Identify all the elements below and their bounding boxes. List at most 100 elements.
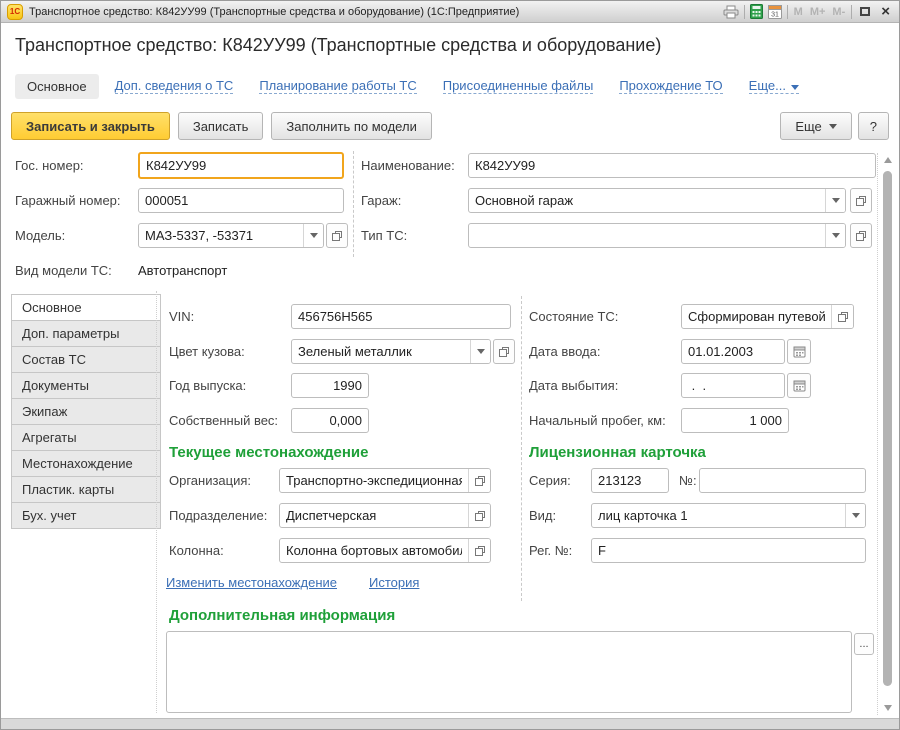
- model-dropdown-button[interactable]: [303, 224, 323, 247]
- god-vypuska-label: Год выпуска:: [169, 373, 246, 398]
- memory-m-button[interactable]: M: [793, 6, 804, 18]
- tab-osnovnoe[interactable]: Основное: [15, 74, 99, 99]
- memory-m-plus-button[interactable]: M+: [809, 6, 827, 18]
- side-tab-agregaty[interactable]: Агрегаты: [11, 424, 161, 451]
- garazh-input[interactable]: [469, 189, 825, 212]
- save-button[interactable]: Записать: [178, 112, 264, 140]
- memory-m-minus-button[interactable]: M-: [831, 6, 846, 18]
- model-input[interactable]: [139, 224, 303, 247]
- organizatsiya-input[interactable]: [280, 469, 468, 492]
- sostoyanie-ts-input[interactable]: [682, 305, 831, 328]
- tsvet-kuzova-input[interactable]: [292, 340, 470, 363]
- help-button[interactable]: ?: [858, 112, 889, 140]
- chevron-down-icon: [829, 124, 837, 129]
- command-bar: Записать и закрыть Записать Заполнить по…: [11, 111, 889, 141]
- license-nomer-input[interactable]: [700, 469, 865, 492]
- side-tab-osnovnoe[interactable]: Основное: [11, 294, 161, 321]
- seriya-field-wrap: [591, 468, 669, 493]
- naimenovanie-input[interactable]: [469, 154, 875, 177]
- podrazdelenie-open-button[interactable]: [468, 504, 490, 527]
- vid-modeli-value: Автотранспорт: [138, 258, 227, 283]
- nachalny-probeg-input[interactable]: [682, 409, 788, 432]
- organizatsiya-open-button[interactable]: [468, 469, 490, 492]
- history-link[interactable]: История: [369, 575, 419, 590]
- save-and-close-button[interactable]: Записать и закрыть: [11, 112, 170, 140]
- print-icon[interactable]: [723, 5, 739, 19]
- tab-prokhozhdenie-to[interactable]: Прохождение ТО: [619, 78, 722, 94]
- reg-nomer-label: Рег. №:: [529, 538, 572, 563]
- data-vvoda-field-wrap: [681, 339, 785, 364]
- calculator-icon[interactable]: [750, 4, 763, 19]
- calendar-icon[interactable]: 31: [768, 4, 782, 19]
- page-title: Транспортное средство: К842УУ99 (Транспо…: [15, 35, 661, 56]
- podrazdelenie-input[interactable]: [280, 504, 468, 527]
- open-icon: [474, 475, 486, 487]
- extra-info-ellipsis-button[interactable]: ...: [854, 633, 874, 655]
- license-vid-dropdown-button[interactable]: [845, 504, 865, 527]
- side-tab-sostav-ts[interactable]: Состав ТС: [11, 346, 161, 373]
- extra-info-textarea[interactable]: [166, 631, 852, 713]
- tsvet-kuzova-open-button[interactable]: [493, 339, 515, 364]
- organizatsiya-label: Организация:: [169, 468, 251, 493]
- tip-ts-combo: [468, 223, 846, 248]
- panel-right-edge: [877, 153, 878, 715]
- god-vypuska-input[interactable]: [292, 374, 368, 397]
- tsvet-kuzova-dropdown-button[interactable]: [470, 340, 490, 363]
- data-vvoda-input[interactable]: [682, 340, 784, 363]
- license-vid-input[interactable]: [592, 504, 845, 527]
- garazh-label: Гараж:: [361, 188, 401, 213]
- scrollbar-thumb[interactable]: [883, 171, 892, 686]
- model-label: Модель:: [15, 223, 65, 248]
- app-window: 1С Транспортное средство: К842УУ99 (Тран…: [0, 0, 900, 730]
- seriya-input[interactable]: [592, 469, 668, 492]
- titlebar-separator: [851, 5, 852, 19]
- gos-nomer-field-wrap: [138, 152, 344, 179]
- fill-by-model-button[interactable]: Заполнить по модели: [271, 112, 431, 140]
- change-location-link[interactable]: Изменить местонахождение: [166, 575, 337, 590]
- kolonna-input[interactable]: [280, 539, 468, 562]
- scroll-down-icon[interactable]: [884, 705, 892, 711]
- open-icon: [855, 230, 867, 242]
- side-tab-ekipazh[interactable]: Экипаж: [11, 398, 161, 425]
- garazhny-nomer-input[interactable]: [139, 189, 343, 212]
- scroll-up-icon[interactable]: [884, 157, 892, 163]
- god-vypuska-field-wrap: [291, 373, 369, 398]
- tab-planirovanie[interactable]: Планирование работы ТС: [259, 78, 416, 94]
- tip-ts-input[interactable]: [469, 224, 825, 247]
- kolonna-open-button[interactable]: [468, 539, 490, 562]
- tab-prisoedinennye-fayly[interactable]: Присоединенные файлы: [443, 78, 594, 94]
- svg-text:31: 31: [771, 12, 779, 19]
- garazh-dropdown-button[interactable]: [825, 189, 845, 212]
- tab-dop-svedeniya[interactable]: Доп. сведения о ТС: [115, 78, 234, 94]
- tip-ts-dropdown-button[interactable]: [825, 224, 845, 247]
- tabs-more-button[interactable]: Еще...: [749, 78, 799, 94]
- vin-input[interactable]: [292, 305, 510, 328]
- side-tab-dop-parametry[interactable]: Доп. параметры: [11, 320, 161, 347]
- sobstvenny-ves-field-wrap: [291, 408, 369, 433]
- gos-nomer-input[interactable]: [140, 154, 342, 177]
- side-tab-bukh-uchet[interactable]: Бух. учет: [11, 502, 161, 529]
- side-tab-plastik-karty[interactable]: Пластик. карты: [11, 476, 161, 503]
- garazh-open-button[interactable]: [850, 188, 872, 213]
- sostoyanie-ts-label: Состояние ТС:: [529, 304, 618, 329]
- tip-ts-open-button[interactable]: [850, 223, 872, 248]
- vertical-scrollbar[interactable]: [882, 153, 895, 715]
- close-button[interactable]: ×: [878, 4, 893, 20]
- more-button[interactable]: Еще: [780, 112, 851, 140]
- side-tab-dokumenty[interactable]: Документы: [11, 372, 161, 399]
- kolonna-field-wrap: [279, 538, 491, 563]
- data-vvoda-calendar-button[interactable]: [787, 339, 811, 364]
- data-vybytiya-calendar-button[interactable]: [787, 373, 811, 398]
- data-vybytiya-input[interactable]: [682, 374, 784, 397]
- window-title: Транспортное средство: К842УУ99 (Транспо…: [29, 6, 717, 18]
- data-vybytiya-label: Дата выбытия:: [529, 373, 618, 398]
- maximize-button[interactable]: [857, 4, 873, 20]
- reg-nomer-input[interactable]: [592, 539, 865, 562]
- model-open-button[interactable]: [326, 223, 348, 248]
- sobstvenny-ves-input[interactable]: [292, 409, 368, 432]
- side-tab-mestonakhozhdenie[interactable]: Местонахождение: [11, 450, 161, 477]
- open-icon: [837, 311, 849, 323]
- chevron-down-icon: [832, 198, 840, 203]
- sostoyanie-ts-open-button[interactable]: [831, 305, 853, 328]
- license-nomer-field-wrap: [699, 468, 866, 493]
